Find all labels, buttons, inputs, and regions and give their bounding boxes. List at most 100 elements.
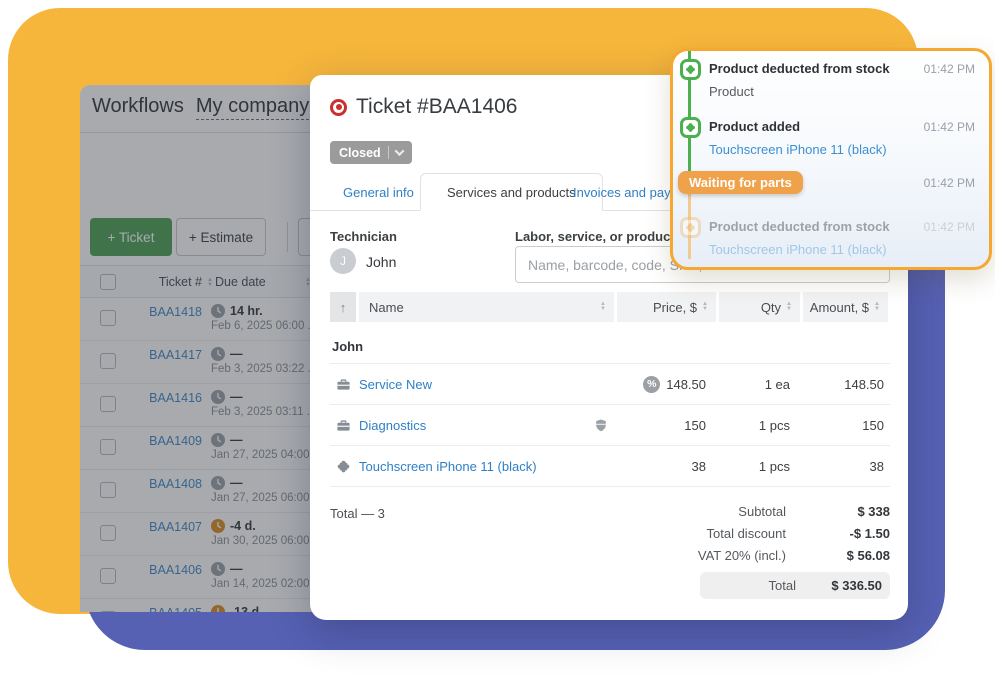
due-date: Feb 3, 2025 03:22 ...	[211, 363, 317, 375]
ticket-link[interactable]: BAA1418	[142, 305, 202, 319]
event-item: Product deducted from stock 01:42 PM Pro…	[683, 61, 975, 99]
row-checkbox[interactable]	[100, 525, 116, 541]
warranty-shield-icon	[594, 418, 608, 433]
totals-section: Total — 3 Subtotal $ 338 Total discount …	[330, 500, 890, 599]
amount-column-header[interactable]: Amount, $	[803, 292, 888, 322]
clock-icon	[211, 347, 225, 361]
event-time: 01:42 PM	[924, 176, 975, 190]
row-checkbox[interactable]	[100, 482, 116, 498]
grand-total-row: Total $ 336.50	[700, 572, 890, 599]
page-title: Workflows	[92, 95, 184, 117]
subtotal-label: Subtotal	[640, 504, 804, 519]
amount-value: 38	[803, 459, 888, 474]
due-value: —	[230, 562, 243, 576]
event-time: 01:42 PM	[924, 120, 975, 134]
clock-icon	[211, 476, 225, 490]
select-all-checkbox[interactable]	[100, 274, 116, 290]
discount-value: -$ 1.50	[804, 526, 890, 541]
event-subtitle: Product	[683, 84, 975, 99]
due-value: —	[230, 390, 243, 404]
table-row[interactable]: Diagnostics 150 1 pcs 150	[330, 405, 890, 446]
ticket-link[interactable]: BAA1409	[142, 434, 202, 448]
table-row[interactable]: Touchscreen iPhone 11 (black) 38 1 pcs 3…	[330, 446, 890, 487]
status-change-item: Waiting for parts 01:42 PM	[683, 171, 975, 194]
event-item: Product added 01:42 PM Touchscreen iPhon…	[683, 119, 975, 157]
status-badge: Waiting for parts	[678, 171, 803, 194]
event-feed-panel: Product deducted from stock 01:42 PM Pro…	[670, 48, 992, 270]
service-link[interactable]: Service New	[359, 377, 432, 392]
pill-divider	[388, 146, 389, 159]
row-checkbox[interactable]	[100, 310, 116, 326]
status-dropdown[interactable]: Closed	[330, 141, 412, 164]
event-time: 01:42 PM	[924, 220, 975, 234]
due-value: 14 hr.	[230, 304, 263, 318]
sort-icon	[786, 302, 792, 312]
ticket-link[interactable]: BAA1408	[142, 477, 202, 491]
product-event-icon	[680, 59, 701, 80]
add-ticket-button[interactable]: + Ticket	[90, 218, 172, 256]
status-label: Closed	[339, 146, 381, 160]
page: WorkflowsMy company + Ticket + Estimate …	[0, 0, 995, 688]
product-link[interactable]: Touchscreen iPhone 11 (black)	[359, 459, 537, 474]
services-table-header: ↑ Name Price, $ Qty Amount, $	[330, 292, 890, 322]
name-column-header[interactable]: Name	[359, 292, 614, 322]
service-briefcase-icon	[330, 377, 356, 392]
service-link[interactable]: Diagnostics	[359, 418, 426, 433]
vat-value: $ 56.08	[804, 548, 890, 563]
amount-value: 148.50	[803, 377, 888, 392]
event-product-link[interactable]: Touchscreen iPhone 11 (black)	[709, 142, 887, 157]
ticket-link[interactable]: BAA1405	[142, 606, 202, 612]
company-selector[interactable]: My company	[196, 95, 309, 120]
event-title: Product added	[709, 119, 800, 134]
modal-title: Ticket #BAA1406	[356, 95, 517, 119]
due-value: -13 d.	[230, 605, 263, 612]
technician-name: John	[366, 254, 396, 270]
amount-value: 150	[803, 418, 888, 433]
toolbar-divider	[287, 222, 288, 252]
qty-value: 1 ea	[719, 377, 800, 392]
price-value: 148.50	[666, 377, 706, 392]
due-date-column-header[interactable]: Due date	[215, 275, 266, 289]
sort-icon	[600, 302, 606, 312]
row-checkbox[interactable]	[100, 353, 116, 369]
chevron-down-icon	[394, 146, 404, 156]
add-estimate-button[interactable]: + Estimate	[176, 218, 266, 256]
table-row[interactable]: Service New %148.50 1 ea 148.50	[330, 364, 890, 405]
price-column-header[interactable]: Price, $	[617, 292, 716, 322]
event-product-link[interactable]: Touchscreen iPhone 11 (black)	[709, 242, 887, 257]
row-checkbox[interactable]	[100, 568, 116, 584]
ticket-link[interactable]: BAA1407	[142, 520, 202, 534]
event-title: Product deducted from stock	[709, 61, 890, 76]
workflows-header: Workflows My company	[92, 95, 309, 118]
clock-overdue-icon	[211, 605, 225, 612]
price-value: 38	[617, 459, 716, 474]
ticket-link[interactable]: BAA1406	[142, 563, 202, 577]
ticket-number-column-header[interactable]: Ticket #	[142, 275, 202, 289]
product-puzzle-icon	[330, 459, 356, 474]
event-item-faded: Product deducted from stock 01:42 PM Tou…	[683, 219, 975, 257]
due-value: -4 d.	[230, 519, 256, 533]
ticket-link[interactable]: BAA1416	[142, 391, 202, 405]
services-table: ↑ Name Price, $ Qty Amount, $	[330, 292, 890, 487]
total-label: Total	[700, 578, 796, 593]
due-date: Jan 27, 2025 04:00...	[211, 449, 319, 461]
subtotal-value: $ 338	[804, 504, 890, 519]
ticket-link[interactable]: BAA1417	[142, 348, 202, 362]
row-checkbox[interactable]	[100, 396, 116, 412]
row-checkbox[interactable]	[100, 439, 116, 455]
totals-count: Total — 3	[330, 506, 385, 521]
technician-label: Technician	[330, 229, 397, 244]
price-value: 150	[617, 418, 716, 433]
product-event-icon	[680, 117, 701, 138]
sort-icon[interactable]	[207, 278, 213, 288]
clock-overdue-icon	[211, 519, 225, 533]
product-event-icon	[680, 217, 701, 238]
search-label: Labor, service, or product	[515, 229, 675, 244]
total-value: $ 336.50	[796, 578, 890, 593]
qty-column-header[interactable]: Qty	[719, 292, 800, 322]
sort-direction-header[interactable]: ↑	[330, 292, 356, 322]
row-checkbox[interactable]	[100, 611, 116, 612]
due-date: Jan 14, 2025 02:00...	[211, 578, 319, 590]
discount-label: Total discount	[640, 526, 804, 541]
tab-general-info[interactable]: General info	[343, 173, 414, 211]
